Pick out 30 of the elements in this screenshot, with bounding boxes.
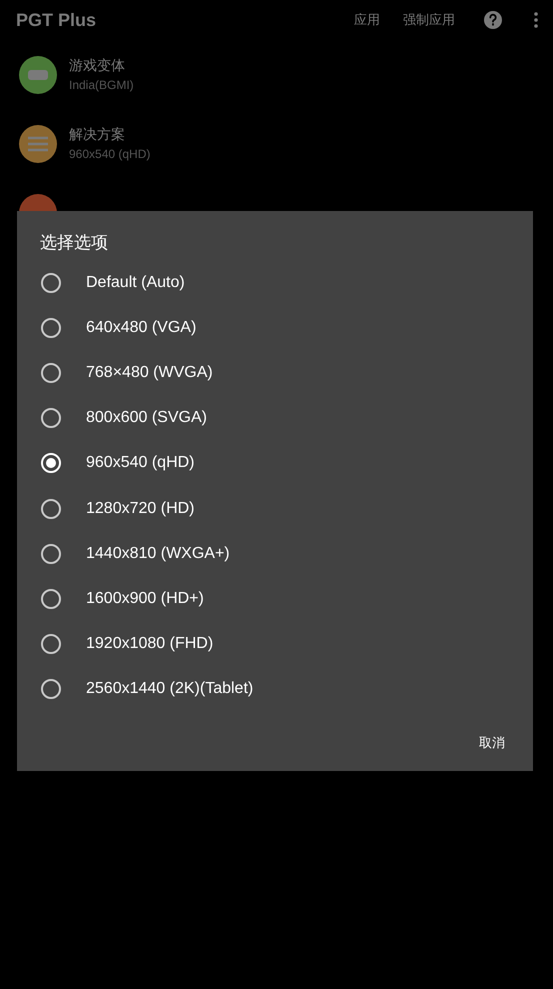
action-button[interactable]: 应用 [354, 11, 380, 29]
radio-button[interactable] [41, 634, 61, 654]
option-item[interactable]: 960x540 (qHD) [17, 440, 533, 486]
setting-title: 解决方案 [69, 126, 126, 144]
option-item[interactable]: 1920x1080 (FHD) [17, 622, 533, 667]
option-item[interactable]: 768×480 (WVGA) [17, 350, 533, 396]
option-item[interactable]: 1600x900 (HD+) [17, 576, 533, 622]
radio-button[interactable] [41, 272, 61, 293]
setting-value: India(BGMI) [69, 78, 134, 92]
radio-button[interactable] [41, 679, 61, 700]
setting-value: 960x540 (qHD) [69, 147, 150, 161]
action-button[interactable]: 强制应用 [403, 11, 455, 29]
option-item[interactable]: 640x480 (VGA) [17, 305, 533, 350]
cancel-button[interactable]: 取消 [479, 730, 505, 756]
radio-button[interactable] [41, 362, 61, 383]
setting-title: 游戏变体 [69, 57, 126, 75]
radio-button[interactable] [41, 544, 61, 564]
radio-button[interactable] [41, 588, 61, 609]
option-item[interactable]: Default (Auto) [17, 260, 533, 306]
radio-button[interactable] [41, 318, 61, 338]
radio-button[interactable] [41, 498, 61, 519]
dialog-title: 选择选项 [39, 232, 109, 254]
option-item[interactable]: 2560x1440 (2K)(Tablet) [17, 666, 533, 712]
app-title: PGT Plus [16, 10, 96, 30]
radio-button[interactable] [41, 408, 61, 428]
more-icon[interactable] [533, 10, 539, 30]
option-item[interactable]: 1280x720 (HD) [17, 486, 533, 532]
option-item[interactable]: 800x600 (SVGA) [17, 396, 533, 441]
option-item[interactable]: 1440x810 (WXGA+) [17, 531, 533, 576]
help-icon[interactable] [483, 10, 503, 30]
